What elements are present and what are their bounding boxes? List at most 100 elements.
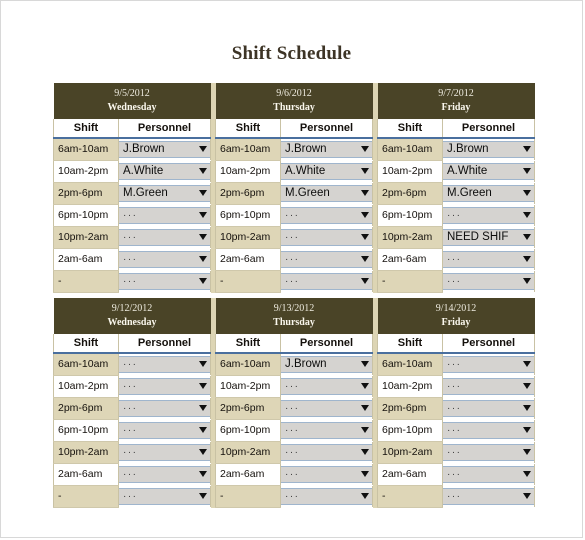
personnel-dropdown[interactable]: ··· [443,356,534,373]
chevron-down-icon[interactable] [361,146,369,152]
personnel-dropdown[interactable]: ··· [119,488,210,505]
personnel-dropdown[interactable]: ··· [281,488,372,505]
personnel-dropdown[interactable]: M.Green [119,185,210,202]
personnel-dropdown[interactable]: ··· [119,400,210,417]
chevron-down-icon[interactable] [361,212,369,218]
personnel-dropdown[interactable]: A.White [443,163,534,180]
personnel-dropdown[interactable]: A.White [119,163,210,180]
personnel-dropdown[interactable]: ··· [119,251,210,268]
personnel-dropdown[interactable]: ··· [443,400,534,417]
chevron-down-icon[interactable] [523,493,531,499]
personnel-dropdown[interactable]: ··· [119,444,210,461]
personnel-dropdown[interactable]: ··· [443,251,534,268]
personnel-dropdown[interactable]: ··· [119,378,210,395]
chevron-down-icon[interactable] [361,383,369,389]
personnel-dropdown[interactable]: J.Brown [119,141,210,158]
chevron-down-icon[interactable] [361,168,369,174]
chevron-down-icon[interactable] [523,361,531,367]
page-title: Shift Schedule [231,43,352,64]
chevron-down-icon[interactable] [523,212,531,218]
personnel-dropdown[interactable]: ··· [281,229,372,246]
personnel-dropdown[interactable]: ··· [281,273,372,290]
chevron-down-icon[interactable] [523,146,531,152]
personnel-cell: ··· [118,397,211,420]
personnel-dropdown[interactable]: ··· [119,356,210,373]
chevron-down-icon[interactable] [361,493,369,499]
personnel-value: NEED SHIF [447,231,509,243]
personnel-dropdown[interactable]: ··· [119,273,210,290]
chevron-down-icon[interactable] [523,427,531,433]
personnel-dropdown[interactable]: NEED SHIF [443,229,534,246]
chevron-down-icon[interactable] [523,383,531,389]
chevron-down-icon[interactable] [361,361,369,367]
table-row: 6am-10am ··· 6am-10am J.Brown 6am-10am ··· [53,353,535,376]
personnel-dropdown[interactable]: ··· [281,422,372,439]
chevron-down-icon[interactable] [199,405,207,411]
chevron-down-icon[interactable] [199,190,207,196]
personnel-dropdown[interactable]: J.Brown [281,356,372,373]
personnel-dropdown[interactable]: ··· [443,422,534,439]
column-header-personnel: Personnel [118,119,211,139]
chevron-down-icon[interactable] [199,212,207,218]
personnel-dropdown[interactable]: M.Green [281,185,372,202]
personnel-dropdown[interactable]: ··· [281,251,372,268]
column-header-shift: Shift [377,334,443,354]
personnel-cell: ··· [442,375,535,398]
chevron-down-icon[interactable] [361,427,369,433]
day-weekday: Wednesday [107,102,157,113]
personnel-dropdown[interactable]: M.Green [443,185,534,202]
chevron-down-icon[interactable] [361,234,369,240]
personnel-dropdown[interactable]: ··· [281,207,372,224]
personnel-dropdown[interactable]: ··· [443,207,534,224]
chevron-down-icon[interactable] [199,493,207,499]
chevron-down-icon[interactable] [199,146,207,152]
personnel-value: J.Brown [447,143,489,155]
shift-slot-cell: 10pm-2am [377,226,443,249]
personnel-dropdown[interactable]: A.White [281,163,372,180]
chevron-down-icon[interactable] [523,168,531,174]
chevron-down-icon[interactable] [361,256,369,262]
chevron-down-icon[interactable] [361,278,369,284]
chevron-down-icon[interactable] [199,168,207,174]
chevron-down-icon[interactable] [199,449,207,455]
personnel-dropdown[interactable]: ··· [443,488,534,505]
chevron-down-icon[interactable] [523,278,531,284]
chevron-down-icon[interactable] [199,383,207,389]
chevron-down-icon[interactable] [199,256,207,262]
personnel-dropdown[interactable]: ··· [119,422,210,439]
chevron-down-icon[interactable] [199,427,207,433]
chevron-down-icon[interactable] [523,471,531,477]
chevron-down-icon[interactable] [361,471,369,477]
personnel-dropdown[interactable]: ··· [443,378,534,395]
personnel-dropdown[interactable]: ··· [119,207,210,224]
personnel-dropdown[interactable]: ··· [443,466,534,483]
personnel-dropdown[interactable]: J.Brown [281,141,372,158]
personnel-dropdown[interactable]: ··· [281,466,372,483]
day-header-friday: 9/14/2012 Friday [377,298,535,334]
chevron-down-icon[interactable] [361,405,369,411]
personnel-dropdown[interactable]: ··· [281,444,372,461]
personnel-dropdown[interactable]: ··· [281,400,372,417]
chevron-down-icon[interactable] [523,234,531,240]
personnel-dropdown[interactable]: ··· [443,273,534,290]
chevron-down-icon[interactable] [523,190,531,196]
personnel-dropdown[interactable]: ··· [119,229,210,246]
personnel-dropdown[interactable]: ··· [281,378,372,395]
chevron-down-icon[interactable] [199,471,207,477]
chevron-down-icon[interactable] [199,361,207,367]
personnel-value: ··· [123,276,138,287]
personnel-cell: J.Brown [280,138,373,161]
personnel-cell: ··· [118,226,211,249]
personnel-cell: ··· [280,270,373,293]
chevron-down-icon[interactable] [523,256,531,262]
chevron-down-icon[interactable] [523,449,531,455]
chevron-down-icon[interactable] [199,278,207,284]
chevron-down-icon[interactable] [361,449,369,455]
personnel-dropdown[interactable]: ··· [443,444,534,461]
personnel-dropdown[interactable]: ··· [119,466,210,483]
chevron-down-icon[interactable] [523,405,531,411]
day-header-wednesday: 9/12/2012 Wednesday [53,298,211,334]
chevron-down-icon[interactable] [361,190,369,196]
chevron-down-icon[interactable] [199,234,207,240]
personnel-dropdown[interactable]: J.Brown [443,141,534,158]
